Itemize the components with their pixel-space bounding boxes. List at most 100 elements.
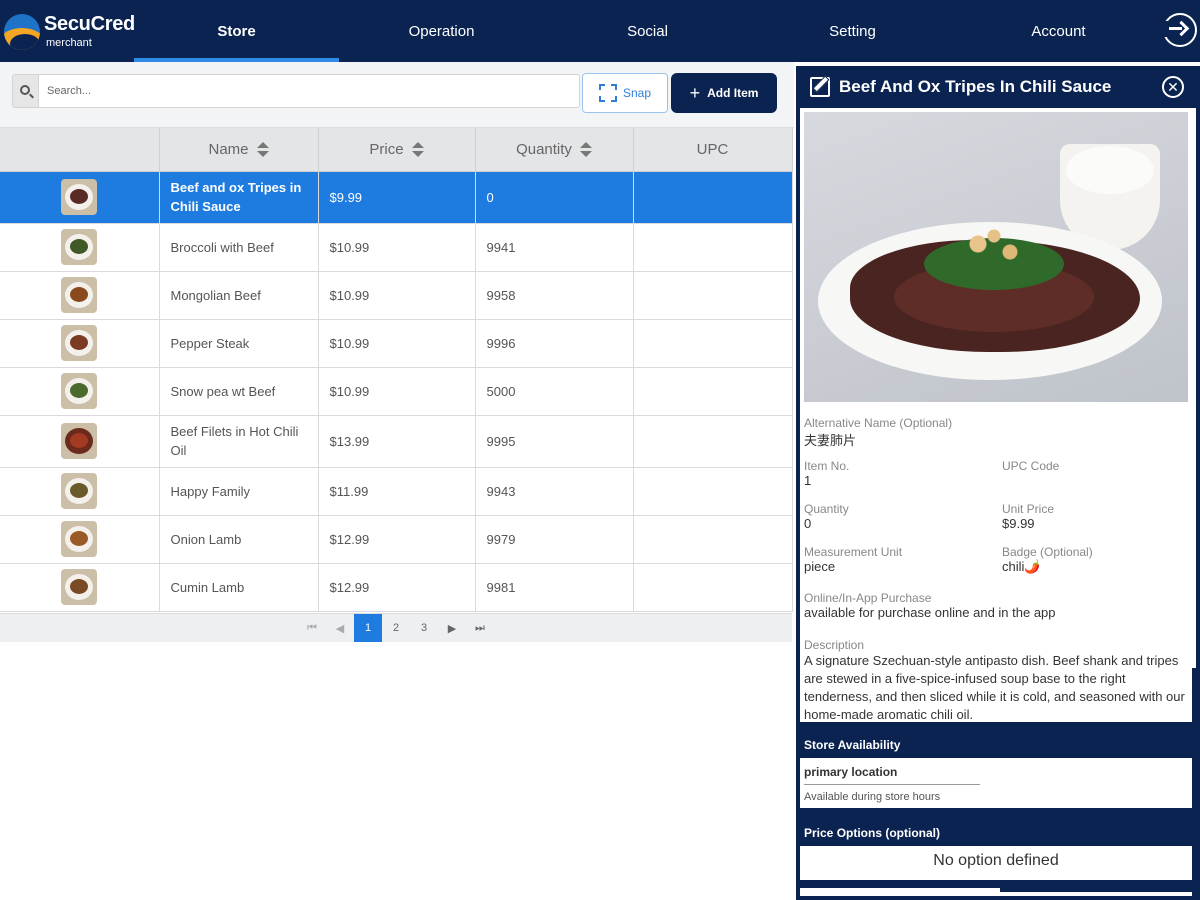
item-price: $10.99 [318,367,476,416]
item-table: Name Price Quantity UPC Beef and ox Trip… [0,128,794,612]
item-quantity: 9941 [475,223,634,272]
prev-page-button[interactable]: ◀ [326,614,354,642]
item-name: Happy Family [159,467,319,516]
item-upc [633,415,793,468]
tab-social[interactable]: Social [545,0,750,62]
sort-icon[interactable] [411,141,424,158]
page-3-button[interactable]: 3 [410,614,438,642]
item-upc [633,515,793,564]
snap-button-label: Snap [622,86,652,100]
item-name: Snow pea wt Beef [159,367,319,416]
store-availability-header: Store Availability [804,738,901,752]
measurement-label: Measurement Unit [804,545,903,559]
table-row[interactable]: Snow pea wt Beef $10.99 5000 [0,367,793,416]
item-thumbnail [0,271,160,320]
header-name-label: Name [208,140,249,158]
alt-name-field: Alternative Name (Optional) 夫妻肺片 [804,416,952,449]
location-hours: Available during store hours [804,791,941,803]
item-quantity: 9979 [475,515,634,564]
tab-store[interactable]: Store [134,0,339,62]
close-icon[interactable]: ✕ [1162,76,1184,98]
header-image [0,128,160,172]
top-nav-bar: SecuCred merchant Store Operation Social… [0,0,1200,62]
item-upc [633,271,793,320]
table-row[interactable]: Beef and ox Tripes in Chili Sauce $9.99 … [0,171,793,224]
header-upc: UPC [633,128,793,172]
table-row[interactable]: Onion Lamb $12.99 9979 [0,515,793,564]
alt-name-value: 夫妻肺片 [804,433,857,448]
search-box [12,74,580,108]
header-price[interactable]: Price [318,128,476,172]
table-row[interactable]: Mongolian Beef $10.99 9958 [0,271,793,320]
item-price: $10.99 [318,319,476,368]
table-row[interactable]: Pepper Steak $10.99 9996 [0,319,793,368]
item-upc [633,467,793,516]
sort-icon[interactable] [579,141,592,158]
header-quantity[interactable]: Quantity [475,128,634,172]
item-quantity: 9958 [475,271,634,320]
item-thumbnail [0,223,160,272]
item-thumbnail [0,563,160,612]
dish-photo-icon [61,569,98,605]
item-price: $11.99 [318,467,476,516]
panel-header: Beef And Ox Tripes In Chili Sauce ✕ [796,66,1200,106]
next-page-button[interactable]: ▶ [438,614,466,642]
pagination: ⏮ ◀ 1 2 3 ▶ ⏭ [0,613,792,642]
item-no-field: Item No. 1 [804,459,849,488]
tab-setting[interactable]: Setting [750,0,955,62]
app-logo[interactable]: SecuCred merchant [4,12,135,52]
upc-label: UPC Code [1002,459,1060,473]
add-item-button[interactable]: + Add Item [671,73,777,113]
description-label: Description [804,638,865,652]
quantity-label: Quantity [804,502,849,516]
badge-field: Badge (Optional) chili🌶️ [1002,545,1093,575]
tab-account[interactable]: Account [956,0,1161,62]
panel-footer [800,888,1192,896]
price-options-section: No option defined [800,846,1192,880]
item-price: $9.99 [318,171,476,224]
badge-label: Badge (Optional) [1002,545,1093,559]
item-upc [633,223,793,272]
item-thumbnail [0,467,160,516]
item-quantity: 9943 [475,467,634,516]
edit-icon[interactable] [810,77,830,97]
item-thumbnail [0,415,160,468]
measurement-field: Measurement Unit piece [804,545,902,574]
panel-scrollbar[interactable] [1192,108,1196,668]
logo-mark-icon [4,14,40,50]
item-name: Mongolian Beef [159,271,319,320]
page-1-button[interactable]: 1 [354,614,382,642]
logout-icon[interactable] [1161,13,1197,47]
item-name: Cumin Lamb [159,563,319,612]
header-upc-label: UPC [696,140,729,158]
item-name: Pepper Steak [159,319,319,368]
item-name: Beef Filets in Hot Chili Oil [159,415,319,468]
last-page-button[interactable]: ⏭ [466,614,494,642]
table-row[interactable]: Happy Family $11.99 9943 [0,467,793,516]
snap-button[interactable]: Snap [582,73,668,113]
item-no-value: 1 [804,473,812,488]
table-row[interactable]: Broccoli with Beef $10.99 9941 [0,223,793,272]
item-quantity: 9996 [475,319,634,368]
page-2-button[interactable]: 2 [382,614,410,642]
tab-operation[interactable]: Operation [339,0,544,62]
dish-photo-icon [61,373,98,409]
item-upc [633,367,793,416]
quantity-field: Quantity 0 [804,502,849,531]
logo-name: SecuCred [44,13,135,35]
table-row[interactable]: Cumin Lamb $12.99 9981 [0,563,793,612]
item-price: $10.99 [318,271,476,320]
header-quantity-label: Quantity [516,140,572,158]
item-quantity: 9995 [475,415,634,468]
table-row[interactable]: Beef Filets in Hot Chili Oil $13.99 9995 [0,415,793,468]
first-page-button[interactable]: ⏮ [298,614,326,642]
item-price: $13.99 [318,415,476,468]
panel-body[interactable]: Alternative Name (Optional) 夫妻肺片 Item No… [800,108,1192,722]
dish-photo-icon [61,229,98,265]
search-input[interactable] [47,79,567,103]
dish-photo-icon [61,423,98,459]
item-price: $10.99 [318,223,476,272]
header-name[interactable]: Name [159,128,319,172]
unit-price-field: Unit Price $9.99 [1002,502,1054,531]
sort-icon[interactable] [256,141,269,158]
